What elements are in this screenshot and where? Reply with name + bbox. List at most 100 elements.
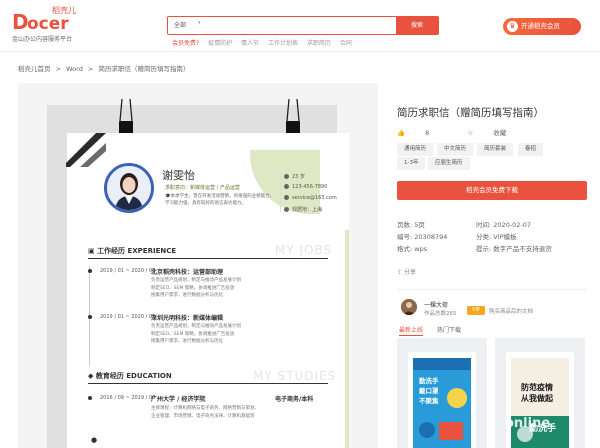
recommend-tabs: 最新上线 热门下载: [399, 325, 461, 336]
phone-icon: [284, 184, 289, 189]
svg-text:ocer: ocer: [27, 14, 69, 33]
recommend-card[interactable]: 防范疫情 从我做起 勤洗手: [495, 338, 585, 448]
meta-value: VIP模板: [493, 233, 517, 241]
tag-item[interactable]: 1-3年: [397, 157, 426, 170]
crown-icon: ♛: [507, 21, 518, 32]
chevron-down-icon: ▾: [198, 20, 201, 26]
search-category-select[interactable]: 全部: [174, 20, 186, 29]
resume-side-bar: [345, 230, 349, 448]
meta-time: 时间: 2020-02-07: [476, 219, 531, 229]
card-line: 戴口罩: [419, 387, 439, 395]
tag-item[interactable]: 通用简历: [397, 143, 434, 156]
card-text: 防范疫情 从我做起: [521, 382, 553, 404]
resume-email-text: service@163.com: [292, 195, 337, 201]
breadcrumb-current: 简历求职信（赠简历填写指南）: [98, 65, 190, 73]
edu-date: 2016 / 09 ~ 2019 / 06: [100, 395, 156, 401]
meta-label: 页数:: [397, 221, 413, 229]
resume-bio: 🎓本季学生，曾在开发活动营销，有很强的业绩能力，学习能力强，具有较好的语言表达能…: [165, 194, 275, 206]
tag-item[interactable]: 简历套装: [477, 143, 514, 156]
card-line: 防范疫情: [521, 383, 553, 392]
hot-word-link[interactable]: 情人节: [241, 40, 259, 47]
resume-email: service@163.com: [284, 195, 337, 201]
hot-word-link[interactable]: 合同: [340, 40, 352, 47]
job-line: 搜集用户需求，进行数据分析与优化: [151, 293, 223, 298]
meta-format: 格式: wps: [397, 243, 427, 253]
tag-item[interactable]: 应届生简历: [428, 157, 470, 170]
card-line: 勤洗手: [419, 377, 439, 385]
location-icon: [284, 207, 289, 212]
card-text: 勤洗手 戴口罩 不聚集: [419, 376, 439, 406]
tag-item[interactable]: 中文简历: [437, 143, 474, 156]
meta-id: 编号: 20308794: [397, 231, 447, 241]
open-vip-button[interactable]: ♛ 开通稻壳会员: [503, 18, 581, 35]
search-bar[interactable]: 全部 ▾ 搜索: [167, 16, 439, 35]
timeline-dot: [88, 269, 92, 273]
job-title: 北京稻壳科技：运营部助理: [151, 269, 224, 276]
meta-label: 提示:: [476, 245, 492, 253]
resume-photo: [104, 163, 154, 213]
document-title: 简历求职信（赠简历填写指南）: [397, 107, 544, 119]
education-section-label: 教育经历 EDUCATION: [95, 372, 172, 380]
tag-item[interactable]: 春招: [518, 143, 544, 156]
work-section-title: ▣ 工作经历 EXPERIENCE: [88, 246, 176, 256]
user-icon: [284, 174, 289, 179]
tab-latest[interactable]: 最新上线: [399, 327, 424, 336]
search-button[interactable]: 搜索: [396, 17, 438, 34]
timeline-dot: [88, 315, 92, 319]
meta-label: 编号:: [397, 233, 413, 241]
like-count-text: 8: [425, 129, 430, 137]
top-header: D ocer 稻壳儿 金山办公内容服务平台 全部 ▾ 搜索 会员免费? 疫情防护…: [0, 0, 600, 52]
hot-word-link[interactable]: 疫情防护: [208, 40, 232, 47]
breadcrumb-home[interactable]: 稻壳儿首页: [18, 65, 51, 73]
edu-description: 主修课程：计算机网络与电子商务、网络营销与策划、 企业管理、市场营销、电子商务法…: [151, 405, 301, 420]
share-button[interactable]: ⇪ 分享: [397, 267, 416, 276]
edu-line: 企业管理、市场营销、电子商务法律、计算机基础等: [151, 413, 255, 419]
resume-job-intent: 求职意向：新媒体运营 / 产品运营: [165, 185, 240, 191]
breadcrumb-separator: >: [87, 65, 94, 73]
mail-icon: [284, 195, 289, 200]
share-label: 分享: [403, 269, 416, 276]
hot-word-link[interactable]: 会员免费?: [172, 40, 199, 47]
meta-label: 分类:: [476, 233, 492, 241]
docer-logo[interactable]: D ocer 稻壳儿 金山办公内容服务平台: [12, 5, 82, 47]
hot-word-link[interactable]: 工作计划表: [268, 40, 298, 47]
hot-word-link[interactable]: 求职简历: [307, 40, 331, 47]
resume-corner-decoration: [66, 133, 106, 167]
briefcase-icon: ▣: [88, 247, 98, 255]
job-line: 负责运营产品规划，制定与推动产品发展计划: [151, 278, 241, 283]
breadcrumb-separator: >: [55, 65, 62, 73]
avatar[interactable]: [401, 299, 417, 315]
meta-label: 时间:: [476, 221, 492, 229]
job-description: 负责运营产品规划，制定与推动产品发展计划 制定SEO、SEM 策略，协调推进广告…: [151, 323, 301, 346]
share-icon: ⇪: [397, 269, 404, 276]
tab-hot-download[interactable]: 热门下载: [437, 327, 461, 334]
uploader-note: 购买商品后的文档: [489, 309, 534, 315]
section-rule: [88, 383, 328, 384]
hot-search-words: 会员免费? 疫情防护 情人节 工作计划表 求职简历 合同: [172, 38, 359, 47]
next-section-icon: ●: [91, 436, 98, 444]
vip-badge: VIP: [467, 306, 485, 315]
breadcrumb: 稻壳儿首页 > Word > 简历求职信（赠简历填写指南）: [18, 63, 192, 73]
card-line: 不聚集: [419, 397, 439, 405]
resume-age-text: 23 岁: [292, 174, 305, 180]
timeline-dot: [88, 396, 92, 400]
resume-age: 23 岁: [284, 173, 305, 180]
job-date: 2019 / 01 ~ 2020 / 05: [100, 314, 156, 320]
like-count[interactable]: 👍 8: [397, 129, 447, 137]
thumbs-up-icon: 👍: [397, 129, 408, 137]
breadcrumb-word[interactable]: Word: [66, 65, 83, 73]
job-description: 负责运营产品规划，制定与推动产品发展计划 制定SEO、SEM 策略，协调推进广告…: [151, 277, 301, 300]
edu-degree: 电子商务/本科: [275, 396, 314, 403]
favorite-button[interactable]: ☆ 收藏: [467, 129, 524, 137]
job-line: 制定SEO、SEM 策略，协调推进广告投放: [151, 285, 235, 291]
uploader-name[interactable]: 一棵大荷: [424, 300, 448, 309]
uploader-count: 作品总数265: [424, 311, 457, 317]
job-line: 制定SEO、SEM 策略，协调推进广告投放: [151, 331, 235, 337]
section-watermark: MY STUDIES: [253, 369, 337, 383]
meta-pages: 页数: 5页: [397, 219, 425, 229]
job-line: 搜集用户需求，进行数据分析与优化: [151, 339, 223, 344]
recommend-card[interactable]: 勤洗手 戴口罩 不聚集: [397, 338, 487, 448]
download-button[interactable]: 稻壳会员免费下载: [397, 181, 587, 200]
section-watermark: MY JOBS: [275, 243, 333, 257]
star-icon: ☆: [467, 129, 476, 137]
